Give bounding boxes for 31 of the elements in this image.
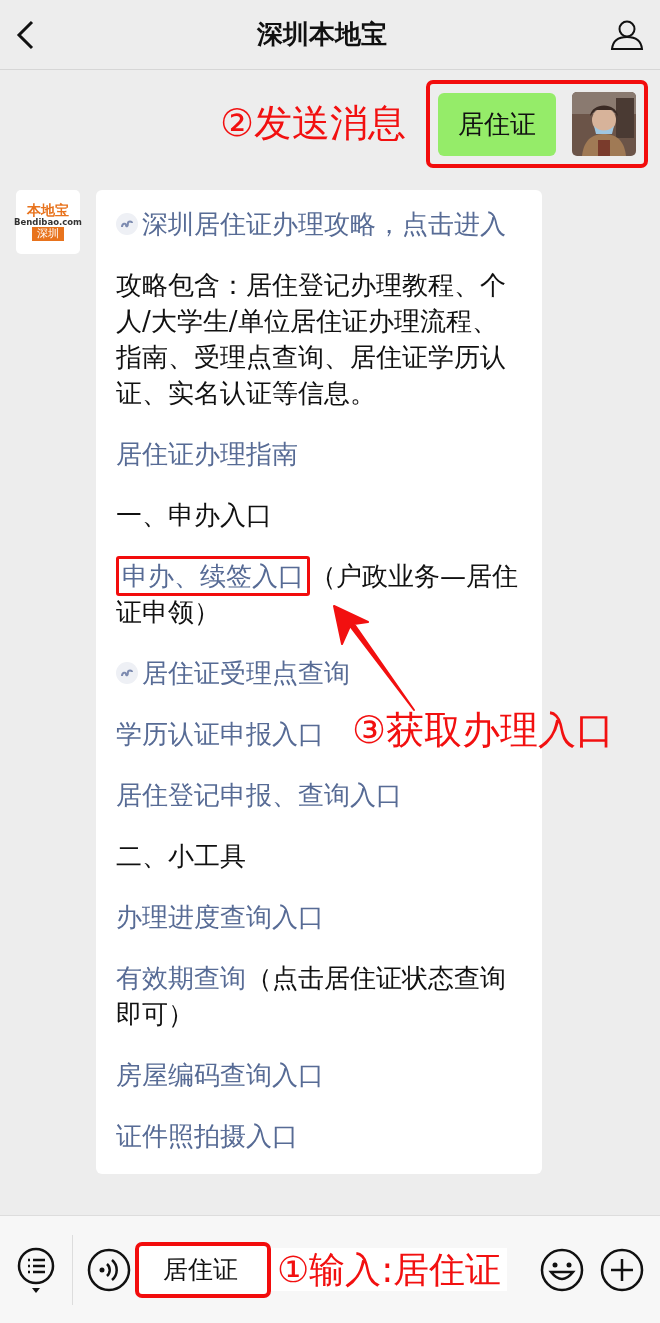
logo-text: Bendibao.com: [14, 217, 82, 227]
link[interactable]: 证件照拍摄入口: [116, 1121, 298, 1151]
link[interactable]: 办理进度查询入口: [116, 902, 324, 932]
annotation-text: ③获取办理入口: [352, 710, 615, 752]
message-text: 有效期查询（点击居住证状态查询即可）: [116, 962, 507, 1031]
link[interactable]: 居住证办理指南: [116, 439, 298, 469]
chat-title: 深圳本地宝: [257, 18, 387, 51]
link[interactable]: 有效期查询: [116, 963, 246, 993]
mini-program-icon: [116, 213, 138, 235]
link[interactable]: 深圳居住证办理攻略，点击进入: [116, 209, 506, 239]
link[interactable]: 学历认证申报入口: [116, 719, 324, 749]
menu-icon[interactable]: [16, 1245, 56, 1294]
message-text: 攻略包含：居住登记办理教程、个人/大学生/单位居住证办理流程、指南、受理点查询、居住证学历认证、实名认证等信息。: [116, 270, 506, 408]
logo-text: 本地宝: [27, 202, 69, 217]
message-text: 一、申办入口: [116, 500, 272, 530]
voice-icon[interactable]: [87, 1247, 131, 1292]
link[interactable]: 居住证受理点查询: [116, 658, 350, 688]
back-icon[interactable]: [16, 19, 34, 50]
logo-badge: 深圳: [32, 227, 64, 242]
profile-icon[interactable]: [610, 19, 644, 50]
mini-program-icon: [116, 662, 138, 684]
annotation-text: ②发送消息: [219, 103, 406, 145]
message-text: 二、小工具: [116, 841, 246, 871]
plus-icon[interactable]: [600, 1247, 644, 1292]
link[interactable]: 申办、续签入口: [116, 556, 310, 596]
message-text: 申办、续签入口 （户政业务—居住证申领）: [116, 558, 522, 630]
annotation-text: ①输入:居住证: [271, 1247, 508, 1292]
emoji-icon[interactable]: [540, 1247, 584, 1292]
link[interactable]: 居住登记申报、查询入口: [116, 780, 402, 810]
link[interactable]: 房屋编码查询入口: [116, 1060, 324, 1090]
message-bubble: 居住证: [438, 92, 556, 156]
